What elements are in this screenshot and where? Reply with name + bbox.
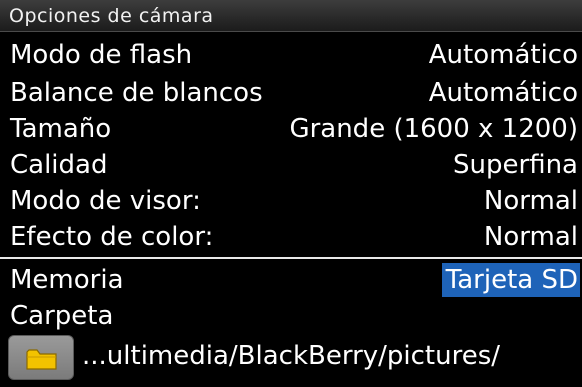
setting-value: Automático [428, 78, 578, 108]
setting-value: Automático [428, 40, 578, 70]
setting-label: Calidad [10, 150, 108, 180]
setting-value: Grande (1600 x 1200) [289, 114, 578, 144]
setting-value: Normal [483, 222, 578, 252]
setting-label: Efecto de color: [10, 222, 214, 252]
folder-icon [26, 349, 57, 370]
setting-viewfinder-mode[interactable]: Modo de visor: Normal [0, 183, 582, 219]
memory-value-selected[interactable]: Tarjeta SD [441, 263, 580, 297]
screen-title: Opciones de cámara [9, 5, 214, 27]
setting-color-effect[interactable]: Efecto de color: Normal [0, 219, 582, 255]
setting-white-balance[interactable]: Balance de blancos Automático [0, 75, 582, 111]
section-divider [0, 257, 582, 259]
setting-value: Normal [483, 186, 578, 216]
setting-label: Memoria [10, 265, 124, 295]
setting-value: Superfina [453, 150, 578, 180]
folder-path: ...ultimedia/BlackBerry/pictures/ [82, 341, 501, 371]
setting-label: Tamaño [10, 114, 112, 144]
setting-label: Modo de visor: [10, 186, 201, 216]
setting-size[interactable]: Tamaño Grande (1600 x 1200) [0, 111, 582, 147]
setting-label: Modo de flash [10, 40, 193, 70]
setting-quality[interactable]: Calidad Superfina [0, 147, 582, 183]
setting-label: Carpeta [10, 301, 114, 331]
setting-flash-mode[interactable]: Modo de flash Automático [0, 37, 582, 73]
setting-folder: Carpeta [0, 298, 582, 334]
folder-path-row: ...ultimedia/BlackBerry/pictures/ [0, 332, 582, 382]
title-bar: Opciones de cámara [0, 0, 582, 32]
browse-folder-button[interactable] [8, 335, 74, 380]
setting-label: Balance de blancos [10, 78, 263, 108]
setting-memory[interactable]: Memoria Tarjeta SD [0, 262, 582, 298]
